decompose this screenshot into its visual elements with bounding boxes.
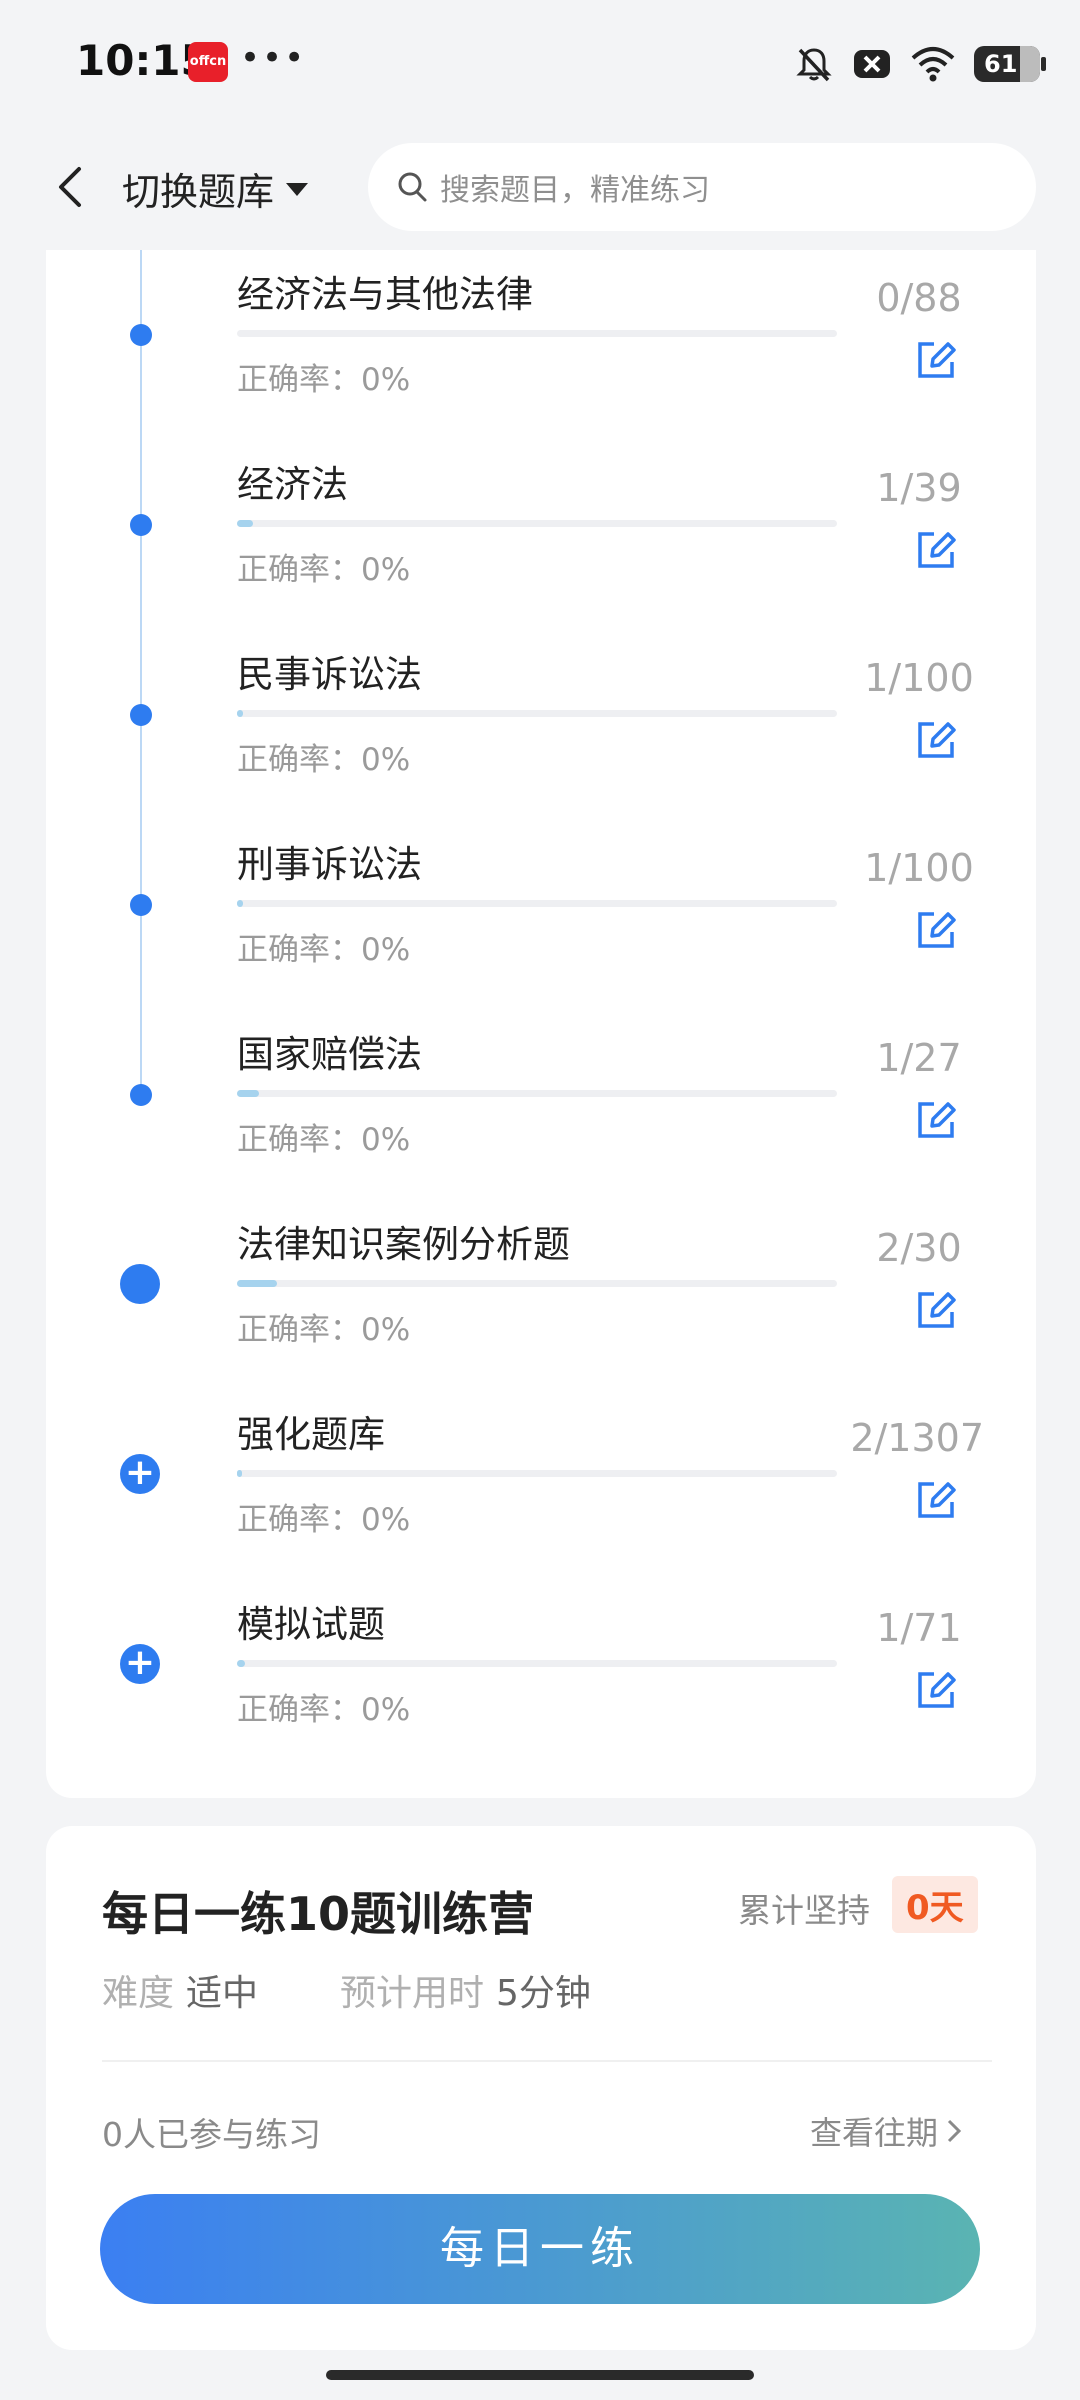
edit-icon[interactable]: [914, 718, 958, 762]
chapter-title: 法律知识案例分析题: [237, 1223, 570, 1266]
streak-label: 累计坚持: [738, 1891, 870, 1930]
chapter-row[interactable]: 国家赔偿法 正确率：0% 1/27: [0, 1010, 1080, 1200]
estimated-time: 预计用时 5分钟: [340, 1973, 591, 2014]
timeline-dot: [130, 324, 152, 346]
timeline-dot: [130, 514, 152, 536]
edit-icon[interactable]: [914, 908, 958, 952]
chapter-title: 民事诉讼法: [237, 653, 422, 696]
progress-track: [237, 1280, 837, 1287]
edit-icon[interactable]: [914, 1098, 958, 1142]
chapter-row[interactable]: 刑事诉讼法 正确率：0% 1/100: [0, 820, 1080, 1010]
progress-track: [237, 330, 837, 337]
back-button[interactable]: [40, 155, 100, 219]
accuracy-label: 正确率：0%: [237, 362, 411, 398]
progress-track: [237, 1470, 837, 1477]
edit-icon[interactable]: [914, 1668, 958, 1712]
question-count: 0/88: [876, 276, 962, 320]
progress-fill: [237, 1090, 260, 1097]
battery-level: 61: [984, 50, 1018, 78]
home-indicator[interactable]: [326, 2370, 754, 2380]
progress-track: [237, 900, 837, 907]
edit-icon[interactable]: [914, 338, 958, 382]
accuracy-label: 正确率：0%: [237, 742, 411, 778]
search-input[interactable]: 搜索题目，精准练习: [368, 143, 1036, 231]
progress-fill: [237, 710, 243, 717]
edit-icon[interactable]: [914, 1478, 958, 1522]
chevron-right-icon: [947, 2119, 962, 2143]
chapter-title: 经济法: [237, 463, 348, 506]
search-placeholder: 搜索题目，精准练习: [440, 173, 710, 208]
view-history-link[interactable]: 查看往期: [810, 2108, 962, 2154]
timeline-dot: [130, 894, 152, 916]
accuracy-label: 正确率：0%: [237, 1692, 411, 1728]
question-count: 1/71: [876, 1606, 962, 1650]
search-icon: [398, 172, 427, 202]
progress-track: [237, 1660, 837, 1667]
question-count: 1/39: [876, 466, 962, 510]
status-icons: 61: [794, 40, 1046, 88]
question-count: 1/100: [864, 846, 974, 890]
accuracy-label: 正确率：0%: [237, 552, 411, 588]
chapter-title: 经济法与其他法律: [237, 273, 533, 316]
status-bar: 10:15 offcn ••• 61: [0, 0, 1080, 125]
progress-track: [237, 1090, 837, 1097]
question-count: 1/100: [864, 656, 974, 700]
accuracy-label: 正确率：0%: [237, 1312, 411, 1348]
more-notifications-icon: •••: [240, 38, 307, 78]
accuracy-label: 正确率：0%: [237, 1502, 411, 1538]
timeline-dot: [130, 704, 152, 726]
daily-practice-button[interactable]: 每日一练: [100, 2194, 980, 2304]
accuracy-label: 正确率：0%: [237, 1122, 411, 1158]
chapter-row[interactable]: 经济法与其他法律 正确率：0% 0/88: [0, 250, 1080, 440]
app-notification-icon: offcn: [188, 42, 228, 82]
chapter-row[interactable]: + 强化题库 正确率：0% 2/1307: [0, 1390, 1080, 1580]
progress-fill: [237, 1660, 246, 1667]
chapter-row[interactable]: + 模拟试题 正确率：0% 1/71: [0, 1580, 1080, 1770]
bell-off-icon: [796, 48, 832, 82]
progress-track: [237, 710, 837, 717]
accuracy-label: 正确率：0%: [237, 932, 411, 968]
chapter-row[interactable]: 经济法 正确率：0% 1/39: [0, 440, 1080, 630]
expand-plus-icon[interactable]: +: [120, 1644, 160, 1684]
close-box-icon: [854, 50, 890, 78]
expand-plus-icon[interactable]: +: [120, 1454, 160, 1494]
timeline-dot-large: [120, 1264, 160, 1304]
progress-fill: [237, 1280, 278, 1287]
chapter-title: 模拟试题: [237, 1603, 385, 1646]
question-count: 2/30: [876, 1226, 962, 1270]
chapter-title: 国家赔偿法: [237, 1033, 422, 1076]
streak-badge: 0天: [892, 1876, 978, 1933]
chapter-title: 强化题库: [237, 1413, 385, 1456]
daily-title: 每日一练10题训练营: [102, 1887, 535, 1941]
wifi-icon: [911, 47, 955, 82]
timeline-dot: [130, 1084, 152, 1106]
battery-icon: 61: [974, 46, 1046, 82]
edit-icon[interactable]: [914, 528, 958, 572]
chapter-title: 刑事诉讼法: [237, 843, 422, 886]
caret-down-icon: [286, 182, 309, 196]
progress-fill: [237, 900, 243, 907]
question-count: 1/27: [876, 1036, 962, 1080]
progress-fill: [237, 1470, 242, 1477]
difficulty: 难度 适中: [102, 1973, 259, 2014]
header: 切换题库 搜索题目，精准练习: [0, 125, 1080, 250]
divider: [102, 2060, 992, 2062]
progress-fill: [237, 520, 253, 527]
chevron-left-icon: [59, 167, 81, 207]
chapter-row[interactable]: 民事诉讼法 正确率：0% 1/100: [0, 630, 1080, 820]
progress-track: [237, 520, 837, 527]
daily-practice-card: 每日一练10题训练营 累计坚持 0天 难度 适中 预计用时 5分钟 0人已参与练习 …: [46, 1826, 1036, 2350]
switch-bank-label: 切换题库: [122, 170, 275, 214]
chapter-row[interactable]: 法律知识案例分析题 正确率：0% 2/30: [0, 1200, 1080, 1390]
participants-count: 0人已参与练习: [102, 2115, 321, 2154]
switch-bank-dropdown[interactable]: 切换题库: [122, 161, 310, 216]
question-count: 2/1307: [850, 1416, 984, 1460]
edit-icon[interactable]: [914, 1288, 958, 1332]
